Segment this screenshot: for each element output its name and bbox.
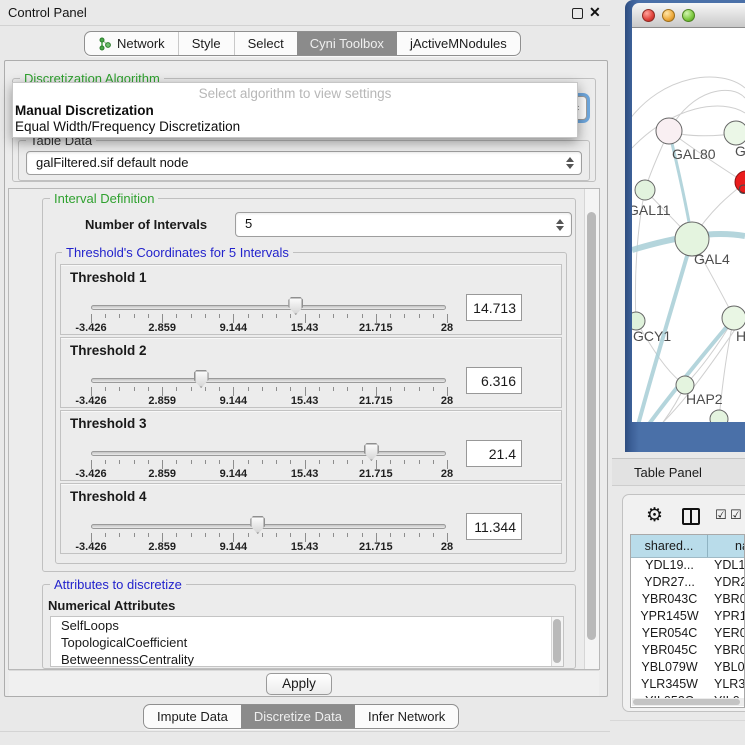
- checkbox-icon[interactable]: ☑: [715, 508, 727, 523]
- table-rows: YDL19...YDL1YDR27...YDR2YBR043CYBR0YPR14…: [631, 558, 745, 708]
- dropdown-hint: Select algorithm to view settings: [13, 86, 577, 101]
- tab-discretize-data[interactable]: Discretize Data: [241, 705, 355, 728]
- number-of-intervals-label: Number of Intervals: [85, 217, 207, 232]
- tab-jactivemnodules[interactable]: jActiveMNodules: [397, 32, 520, 55]
- interval-definition-label: Interval Definition: [50, 191, 158, 206]
- dropdown-option-equal-width[interactable]: Equal Width/Frequency Discretization: [15, 119, 240, 134]
- node-label: H: [736, 328, 745, 344]
- slider-scale-labels: -3.4262.8599.14415.4321.71528: [91, 541, 447, 553]
- numerical-attributes-label: Numerical Attributes: [48, 598, 175, 613]
- network-graph: GAL80 GA C GAL11 GAL4 GCY1 H HAP2: [632, 28, 745, 422]
- zoom-traffic-light-icon[interactable]: [682, 9, 695, 22]
- table-row[interactable]: YBR045CYBR0: [631, 643, 745, 660]
- slider-scale-labels: -3.4262.8599.14415.4321.71528: [91, 468, 447, 480]
- spinner-icon: [556, 218, 564, 232]
- apply-button[interactable]: Apply: [266, 673, 332, 695]
- attributes-group-label: Attributes to discretize: [50, 577, 186, 592]
- combo-arrows-icon: [566, 156, 574, 170]
- column-header-name[interactable]: na: [708, 535, 745, 557]
- apply-bar: Apply: [9, 670, 599, 696]
- threshold-panel: Threshold 2 -3.4262.8599.14415.4321.71528…: [60, 337, 562, 408]
- threshold-label: Threshold 2: [70, 343, 147, 358]
- table-row[interactable]: YDR27...YDR2: [631, 575, 745, 592]
- tab-network[interactable]: Network: [85, 32, 178, 55]
- split-columns-icon[interactable]: [682, 508, 700, 525]
- table-row[interactable]: YLR345WYLR3: [631, 677, 745, 694]
- network-node[interactable]: [722, 306, 745, 330]
- network-node[interactable]: [724, 121, 745, 145]
- settings-scrollbar-thumb[interactable]: [587, 212, 596, 640]
- tab-infer-network[interactable]: Infer Network: [355, 705, 458, 728]
- node-label: C: [738, 181, 745, 197]
- column-header-shared-name[interactable]: shared...: [631, 535, 708, 557]
- threshold-stack: Threshold 1 -3.4262.8599.14415.4321.71528…: [60, 264, 562, 556]
- attributes-scrollbar-thumb[interactable]: [553, 619, 561, 663]
- numerical-attributes-list[interactable]: SelfLoopsTopologicalCoefficientBetweenne…: [50, 616, 564, 667]
- threshold-value-field[interactable]: 6.316: [466, 367, 522, 394]
- top-tab-bar: Network Style Select Cyni Toolbox jActiv…: [84, 31, 521, 56]
- gear-icon[interactable]: ⚙: [646, 504, 663, 526]
- node-label: GAL4: [694, 251, 730, 267]
- dropdown-option-manual[interactable]: Manual Discretization: [15, 103, 154, 118]
- node-label: HAP2: [686, 391, 723, 407]
- threshold-label: Threshold 3: [70, 416, 147, 431]
- slider-track[interactable]: [91, 524, 446, 529]
- table-row[interactable]: YPR145WYPR1: [631, 609, 745, 626]
- table-data-combobox[interactable]: galFiltered.sif default node: [26, 151, 582, 175]
- table-panel-titlebar: Table Panel: [612, 458, 745, 486]
- table-panel-title: Table Panel: [634, 465, 702, 480]
- threshold-value-field[interactable]: 14.713: [466, 294, 522, 321]
- threshold-value-field[interactable]: 21.4: [466, 440, 522, 467]
- tab-style[interactable]: Style: [178, 32, 234, 55]
- table-hscrollbar-thumb[interactable]: [633, 699, 740, 705]
- attribute-list-item[interactable]: BetweennessCentrality: [51, 651, 563, 667]
- panel-title: Control Panel: [8, 5, 87, 20]
- table-row[interactable]: YDL19...YDL1: [631, 558, 745, 575]
- thresholds-group-label: Threshold's Coordinates for 5 Intervals: [62, 245, 293, 260]
- tab-select[interactable]: Select: [234, 32, 297, 55]
- network-icon: [98, 37, 112, 51]
- table-row[interactable]: YBR043CYBR0: [631, 592, 745, 609]
- algorithm-dropdown-popup: Select algorithm to view settings Manual…: [12, 82, 578, 138]
- slider-scale-labels: -3.4262.8599.14415.4321.71528: [91, 322, 447, 334]
- node-label: GCY1: [633, 328, 671, 344]
- node-label: GAL11: [632, 202, 671, 218]
- threshold-value-field[interactable]: 11.344: [466, 513, 522, 540]
- threshold-panel: Threshold 3 -3.4262.8599.14415.4321.71528…: [60, 410, 562, 481]
- panel-divider: [0, 731, 610, 732]
- slider-scale-labels: -3.4262.8599.14415.4321.71528: [91, 395, 447, 407]
- threshold-label: Threshold 4: [70, 489, 147, 504]
- table-header-row: shared... na: [631, 535, 745, 558]
- close-traffic-light-icon[interactable]: [642, 9, 655, 22]
- bottom-tab-bar: Impute Data Discretize Data Infer Networ…: [143, 704, 459, 729]
- network-canvas[interactable]: GAL80 GA C GAL11 GAL4 GCY1 H HAP2: [632, 28, 745, 422]
- threshold-panel: Threshold 4 -3.4262.8599.14415.4321.71528…: [60, 483, 562, 554]
- checkbox-icon[interactable]: ☑: [730, 508, 742, 523]
- network-window-titlebar[interactable]: [632, 3, 745, 28]
- attribute-list-item[interactable]: SelfLoops: [51, 617, 563, 634]
- tab-impute-data[interactable]: Impute Data: [144, 705, 241, 728]
- table-hscrollbar[interactable]: [632, 698, 744, 706]
- control-panel-titlebar: Control Panel ✕: [0, 0, 610, 26]
- number-of-intervals-combobox[interactable]: 5: [235, 212, 572, 237]
- slider-track[interactable]: [91, 451, 446, 456]
- minimize-traffic-light-icon[interactable]: [662, 9, 675, 22]
- float-window-icon[interactable]: [572, 8, 583, 19]
- network-node[interactable]: [635, 180, 655, 200]
- node-attribute-table[interactable]: shared... na YDL19...YDL1YDR27...YDR2YBR…: [630, 534, 745, 708]
- close-icon[interactable]: ✕: [589, 4, 601, 21]
- node-label: GA: [735, 143, 745, 159]
- table-row[interactable]: YBL079WYBL0: [631, 660, 745, 677]
- threshold-label: Threshold 1: [70, 270, 147, 285]
- tab-cyni-toolbox[interactable]: Cyni Toolbox: [297, 32, 397, 55]
- slider-track[interactable]: [91, 378, 446, 383]
- node-label: GAL80: [672, 146, 716, 162]
- panel-divider: [610, 720, 745, 721]
- network-node[interactable]: [710, 410, 728, 422]
- slider-track[interactable]: [91, 305, 446, 310]
- attribute-list-item[interactable]: TopologicalCoefficient: [51, 634, 563, 651]
- table-row[interactable]: YER054CYER0: [631, 626, 745, 643]
- threshold-panel: Threshold 1 -3.4262.8599.14415.4321.71528…: [60, 264, 562, 335]
- network-node[interactable]: [656, 118, 682, 144]
